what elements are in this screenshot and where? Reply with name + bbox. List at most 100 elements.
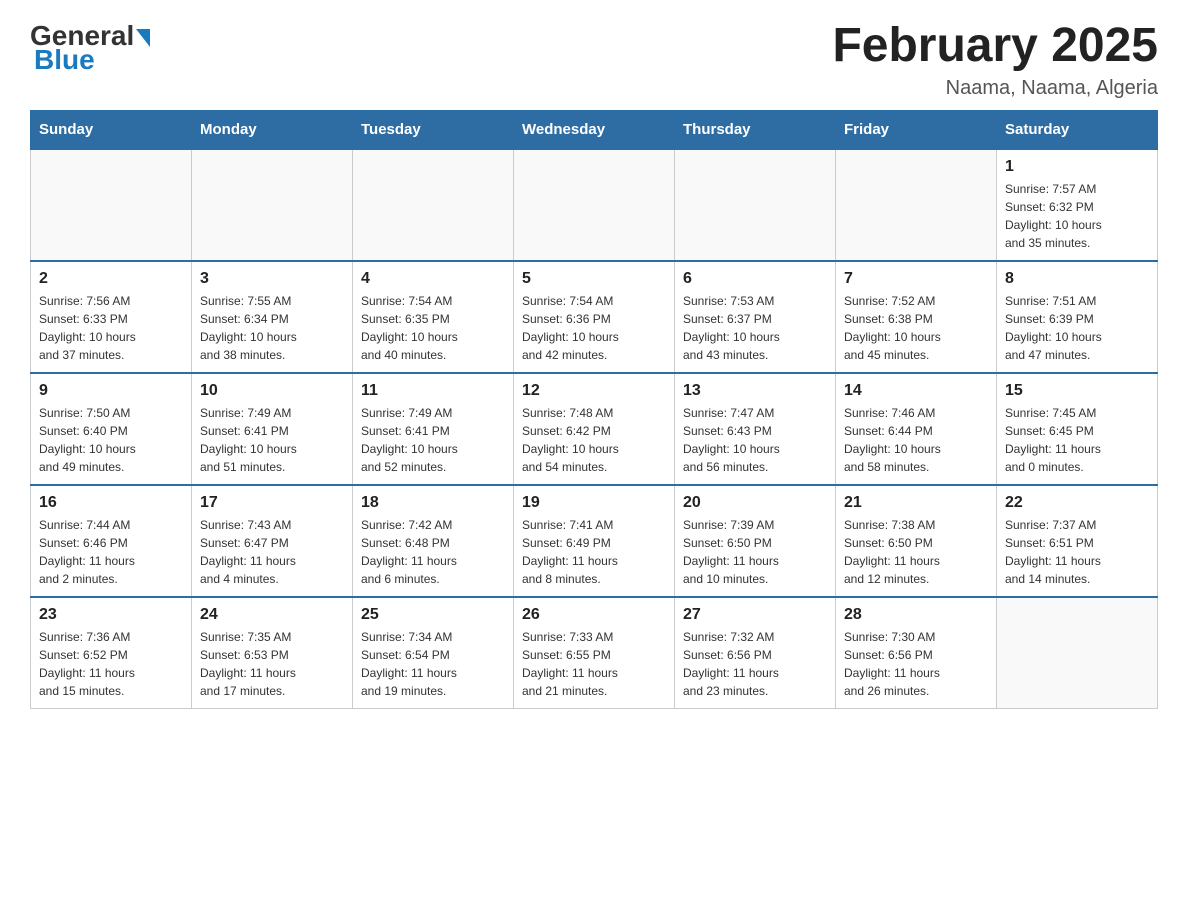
day-number: 5: [522, 270, 666, 288]
col-tuesday: Tuesday: [353, 110, 514, 149]
day-info: Sunrise: 7:30 AMSunset: 6:56 PMDaylight:…: [844, 628, 988, 700]
col-saturday: Saturday: [997, 110, 1158, 149]
calendar-cell-w1-d7: 1 Sunrise: 7:57 AMSunset: 6:32 PMDaylight…: [997, 149, 1158, 261]
calendar-cell-w4-d5: 20 Sunrise: 7:39 AMSunset: 6:50 PMDayligh…: [675, 485, 836, 597]
calendar-cell-w2-d1: 2Sunrise: 7:56 AMSunset: 6:33 PMDaylight…: [31, 261, 192, 373]
logo-blue-text: Blue: [34, 44, 95, 75]
day-info: Sunrise: 7:34 AMSunset: 6:54 PMDaylight:…: [361, 628, 505, 700]
day-info: Sunrise: 7:56 AMSunset: 6:33 PMDaylight:…: [39, 292, 183, 364]
day-number: 24: [200, 606, 344, 624]
calendar-cell-w1-d6: [836, 149, 997, 261]
week-row-2: 2Sunrise: 7:56 AMSunset: 6:33 PMDaylight…: [31, 261, 1158, 373]
calendar-cell-w1-d1: [31, 149, 192, 261]
day-number: 11: [361, 382, 505, 400]
day-info: Sunrise: 7:51 AMSunset: 6:39 PMDaylight:…: [1005, 292, 1149, 364]
calendar-cell-w1-d4: [514, 149, 675, 261]
calendar-cell-w3-d3: 11 Sunrise: 7:49 AMSunset: 6:41 PMDayligh…: [353, 373, 514, 485]
day-info: Sunrise: 7:41 AMSunset: 6:49 PMDaylight:…: [522, 516, 666, 588]
day-info: Sunrise: 7:50 AMSunset: 6:40 PMDaylight:…: [39, 404, 183, 476]
day-number: 20: [683, 494, 827, 512]
day-info: Sunrise: 7:53 AMSunset: 6:37 PMDaylight:…: [683, 292, 827, 364]
week-row-3: 9 Sunrise: 7:50 AMSunset: 6:40 PMDaylight…: [31, 373, 1158, 485]
day-number: 21: [844, 494, 988, 512]
day-number: 9: [39, 382, 183, 400]
week-row-5: 23Sunrise: 7:36 AMSunset: 6:52 PMDayligh…: [31, 597, 1158, 709]
calendar-cell-w3-d4: 12 Sunrise: 7:48 AMSunset: 6:42 PMDayligh…: [514, 373, 675, 485]
page-header: General Blue February 2025 Naama, Naama,…: [30, 20, 1158, 100]
calendar-header-row: Sunday Monday Tuesday Wednesday Thursday…: [31, 110, 1158, 149]
calendar-cell-w5-d5: 27 Sunrise: 7:32 AMSunset: 6:56 PMDayligh…: [675, 597, 836, 709]
logo-triangle-icon: [136, 29, 150, 47]
day-number: 26: [522, 606, 666, 624]
day-info: Sunrise: 7:54 AMSunset: 6:35 PMDaylight:…: [361, 292, 505, 364]
day-info: Sunrise: 7:52 AMSunset: 6:38 PMDaylight:…: [844, 292, 988, 364]
calendar-cell-w4-d4: 19 Sunrise: 7:41 AMSunset: 6:49 PMDayligh…: [514, 485, 675, 597]
col-thursday: Thursday: [675, 110, 836, 149]
title-section: February 2025 Naama, Naama, Algeria: [832, 20, 1158, 100]
calendar-cell-w2-d4: 5 Sunrise: 7:54 AMSunset: 6:36 PMDaylight…: [514, 261, 675, 373]
calendar-cell-w2-d2: 3 Sunrise: 7:55 AMSunset: 6:34 PMDaylight…: [192, 261, 353, 373]
day-info: Sunrise: 7:45 AMSunset: 6:45 PMDaylight:…: [1005, 404, 1149, 476]
calendar-cell-w3-d6: 14 Sunrise: 7:46 AMSunset: 6:44 PMDayligh…: [836, 373, 997, 485]
calendar-cell-w2-d7: 8 Sunrise: 7:51 AMSunset: 6:39 PMDaylight…: [997, 261, 1158, 373]
calendar-cell-w4-d2: 17Sunrise: 7:43 AMSunset: 6:47 PMDayligh…: [192, 485, 353, 597]
col-wednesday: Wednesday: [514, 110, 675, 149]
day-info: Sunrise: 7:46 AMSunset: 6:44 PMDaylight:…: [844, 404, 988, 476]
calendar-cell-w2-d5: 6 Sunrise: 7:53 AMSunset: 6:37 PMDaylight…: [675, 261, 836, 373]
day-number: 19: [522, 494, 666, 512]
calendar-title: February 2025: [832, 20, 1158, 73]
day-info: Sunrise: 7:57 AMSunset: 6:32 PMDaylight:…: [1005, 180, 1149, 252]
day-info: Sunrise: 7:47 AMSunset: 6:43 PMDaylight:…: [683, 404, 827, 476]
day-info: Sunrise: 7:49 AMSunset: 6:41 PMDaylight:…: [361, 404, 505, 476]
day-info: Sunrise: 7:39 AMSunset: 6:50 PMDaylight:…: [683, 516, 827, 588]
day-info: Sunrise: 7:36 AMSunset: 6:52 PMDaylight:…: [39, 628, 183, 700]
calendar-cell-w3-d1: 9 Sunrise: 7:50 AMSunset: 6:40 PMDaylight…: [31, 373, 192, 485]
day-info: Sunrise: 7:54 AMSunset: 6:36 PMDaylight:…: [522, 292, 666, 364]
day-info: Sunrise: 7:37 AMSunset: 6:51 PMDaylight:…: [1005, 516, 1149, 588]
day-number: 7: [844, 270, 988, 288]
calendar-cell-w2-d6: 7 Sunrise: 7:52 AMSunset: 6:38 PMDaylight…: [836, 261, 997, 373]
col-sunday: Sunday: [31, 110, 192, 149]
day-number: 14: [844, 382, 988, 400]
calendar-cell-w5-d4: 26Sunrise: 7:33 AMSunset: 6:55 PMDayligh…: [514, 597, 675, 709]
day-number: 16: [39, 494, 183, 512]
day-info: Sunrise: 7:49 AMSunset: 6:41 PMDaylight:…: [200, 404, 344, 476]
day-number: 28: [844, 606, 988, 624]
day-info: Sunrise: 7:48 AMSunset: 6:42 PMDaylight:…: [522, 404, 666, 476]
calendar-cell-w3-d5: 13 Sunrise: 7:47 AMSunset: 6:43 PMDayligh…: [675, 373, 836, 485]
calendar-cell-w2-d3: 4 Sunrise: 7:54 AMSunset: 6:35 PMDaylight…: [353, 261, 514, 373]
calendar-cell-w1-d3: [353, 149, 514, 261]
calendar-table: Sunday Monday Tuesday Wednesday Thursday…: [30, 110, 1158, 709]
calendar-cell-w5-d6: 28 Sunrise: 7:30 AMSunset: 6:56 PMDayligh…: [836, 597, 997, 709]
day-number: 8: [1005, 270, 1149, 288]
day-info: Sunrise: 7:55 AMSunset: 6:34 PMDaylight:…: [200, 292, 344, 364]
day-number: 1: [1005, 158, 1149, 176]
calendar-cell-w4-d6: 21 Sunrise: 7:38 AMSunset: 6:50 PMDayligh…: [836, 485, 997, 597]
calendar-cell-w5-d2: 24 Sunrise: 7:35 AMSunset: 6:53 PMDayligh…: [192, 597, 353, 709]
day-number: 18: [361, 494, 505, 512]
day-info: Sunrise: 7:38 AMSunset: 6:50 PMDaylight:…: [844, 516, 988, 588]
calendar-cell-w5-d7: [997, 597, 1158, 709]
calendar-cell-w5-d1: 23Sunrise: 7:36 AMSunset: 6:52 PMDayligh…: [31, 597, 192, 709]
week-row-1: 1 Sunrise: 7:57 AMSunset: 6:32 PMDaylight…: [31, 149, 1158, 261]
day-info: Sunrise: 7:32 AMSunset: 6:56 PMDaylight:…: [683, 628, 827, 700]
calendar-cell-w5-d3: 25Sunrise: 7:34 AMSunset: 6:54 PMDayligh…: [353, 597, 514, 709]
calendar-cell-w4-d1: 16Sunrise: 7:44 AMSunset: 6:46 PMDayligh…: [31, 485, 192, 597]
day-number: 12: [522, 382, 666, 400]
logo: General Blue: [30, 20, 152, 76]
day-number: 3: [200, 270, 344, 288]
day-number: 4: [361, 270, 505, 288]
day-number: 6: [683, 270, 827, 288]
week-row-4: 16Sunrise: 7:44 AMSunset: 6:46 PMDayligh…: [31, 485, 1158, 597]
calendar-cell-w3-d7: 15 Sunrise: 7:45 AMSunset: 6:45 PMDayligh…: [997, 373, 1158, 485]
day-info: Sunrise: 7:35 AMSunset: 6:53 PMDaylight:…: [200, 628, 344, 700]
calendar-cell-w4-d3: 18 Sunrise: 7:42 AMSunset: 6:48 PMDayligh…: [353, 485, 514, 597]
calendar-cell-w1-d5: [675, 149, 836, 261]
day-number: 27: [683, 606, 827, 624]
day-number: 13: [683, 382, 827, 400]
day-number: 15: [1005, 382, 1149, 400]
day-info: Sunrise: 7:42 AMSunset: 6:48 PMDaylight:…: [361, 516, 505, 588]
day-number: 10: [200, 382, 344, 400]
calendar-cell-w1-d2: [192, 149, 353, 261]
calendar-cell-w4-d7: 22Sunrise: 7:37 AMSunset: 6:51 PMDayligh…: [997, 485, 1158, 597]
